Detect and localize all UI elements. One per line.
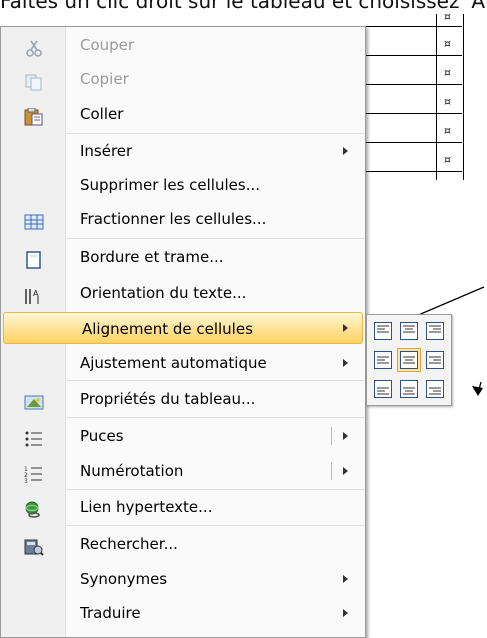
menu-item-cut[interactable]: Couper bbox=[2, 29, 364, 61]
split-divider bbox=[331, 427, 332, 445]
align-middle-right-button[interactable] bbox=[423, 348, 447, 372]
submenu-arrow-icon bbox=[343, 324, 348, 332]
menu-item-label: Supprimer les cellules... bbox=[80, 176, 260, 194]
border-icon bbox=[24, 248, 44, 269]
align-middle-left-button[interactable] bbox=[371, 348, 395, 372]
hyperlink-icon bbox=[24, 498, 44, 518]
align-top-center-icon bbox=[400, 322, 418, 340]
submenu-arrow-icon bbox=[343, 147, 348, 155]
menu-item-text-direction[interactable]: A Orientation du texte... bbox=[2, 277, 364, 309]
menu-item-synonyms[interactable]: Synonymes bbox=[2, 563, 364, 595]
context-menu: Couper Copier Coller Insérer Supprimer l… bbox=[0, 26, 366, 638]
menu-item-delete-cells[interactable]: Supprimer les cellules... bbox=[2, 169, 364, 201]
menu-item-insert[interactable]: Insérer bbox=[2, 135, 364, 167]
align-bottom-center-icon bbox=[400, 380, 418, 398]
align-bottom-center-button[interactable] bbox=[397, 377, 421, 401]
paste-icon bbox=[24, 105, 44, 126]
menu-item-research[interactable]: Rechercher... bbox=[2, 528, 364, 560]
menu-item-table-properties[interactable]: Propriétés du tableau... bbox=[2, 383, 364, 415]
menu-item-label: Insérer bbox=[80, 142, 133, 160]
menu-item-label: Synonymes bbox=[80, 570, 168, 588]
text-direction-icon: A bbox=[24, 284, 44, 304]
menu-separator bbox=[67, 417, 364, 418]
menu-item-hyperlink[interactable]: Lien hypertexte... bbox=[2, 491, 364, 523]
menu-item-label: Bordure et trame... bbox=[80, 248, 224, 266]
menu-item-split-cells[interactable]: Fractionner les cellules... bbox=[2, 203, 364, 235]
align-top-left-icon bbox=[374, 322, 392, 340]
svg-text:3: 3 bbox=[24, 478, 28, 483]
align-top-left-button[interactable] bbox=[371, 319, 395, 343]
menu-item-label: Copier bbox=[80, 70, 129, 88]
menu-item-label: Numérotation bbox=[80, 462, 184, 480]
bullets-icon bbox=[24, 427, 44, 447]
menu-item-borders-shading[interactable]: Bordure et trame... bbox=[2, 241, 364, 273]
align-top-center-button[interactable] bbox=[397, 319, 421, 343]
submenu-arrow-icon bbox=[343, 609, 348, 617]
align-bottom-left-icon bbox=[374, 380, 392, 398]
align-middle-center-icon bbox=[400, 351, 418, 369]
align-top-right-button[interactable] bbox=[423, 319, 447, 343]
menu-item-copy[interactable]: Copier bbox=[2, 63, 364, 95]
menu-separator bbox=[67, 380, 364, 381]
menu-item-paste[interactable]: Coller bbox=[2, 98, 364, 130]
align-middle-center-button[interactable] bbox=[397, 348, 421, 372]
submenu-arrow-icon bbox=[343, 575, 348, 583]
menu-item-label: Ajustement automatique bbox=[80, 354, 267, 372]
menu-item-label: Fractionner les cellules... bbox=[80, 210, 267, 228]
menu-item-cell-alignment[interactable]: Alignement de cellules bbox=[3, 312, 363, 344]
split-divider bbox=[331, 462, 332, 480]
menu-item-label: Lien hypertexte... bbox=[80, 498, 213, 516]
table-properties-icon bbox=[24, 390, 44, 410]
submenu-arrow-icon[interactable] bbox=[343, 432, 348, 440]
menu-item-label: Traduire bbox=[80, 604, 141, 622]
menu-item-label: Coller bbox=[80, 105, 124, 123]
scissors-icon bbox=[24, 36, 44, 57]
menu-separator bbox=[67, 525, 364, 526]
menu-item-label: Orientation du texte... bbox=[80, 284, 247, 302]
menu-item-label: Rechercher... bbox=[80, 535, 178, 553]
menu-separator bbox=[67, 489, 364, 490]
align-middle-right-icon bbox=[426, 351, 444, 369]
menu-item-label: Propriétés du tableau... bbox=[80, 390, 256, 408]
numbering-icon: 123 bbox=[24, 462, 44, 485]
align-bottom-right-button[interactable] bbox=[423, 377, 447, 401]
menu-item-autofit[interactable]: Ajustement automatique bbox=[2, 347, 364, 379]
align-middle-left-icon bbox=[374, 351, 392, 369]
align-bottom-left-button[interactable] bbox=[371, 377, 395, 401]
submenu-arrow-icon[interactable] bbox=[343, 467, 348, 475]
align-top-right-icon bbox=[426, 322, 444, 340]
submenu-arrow-icon bbox=[343, 359, 348, 367]
menu-item-label: Couper bbox=[80, 36, 135, 54]
menu-separator bbox=[67, 133, 364, 134]
menu-separator bbox=[67, 238, 364, 239]
align-bottom-right-icon bbox=[426, 380, 444, 398]
cell-alignment-submenu bbox=[366, 314, 452, 406]
menu-item-bullets[interactable]: Puces bbox=[2, 420, 364, 452]
menu-item-numbering[interactable]: 123 Numérotation bbox=[2, 455, 364, 487]
research-icon bbox=[24, 535, 44, 556]
split-cells-icon bbox=[24, 210, 44, 230]
annotation-arrow-head-2 bbox=[472, 386, 483, 396]
copy-icon bbox=[24, 70, 44, 91]
menu-item-label: Puces bbox=[80, 427, 124, 445]
menu-item-label: Alignement de cellules bbox=[82, 320, 253, 338]
menu-item-translate[interactable]: Traduire bbox=[2, 597, 364, 629]
